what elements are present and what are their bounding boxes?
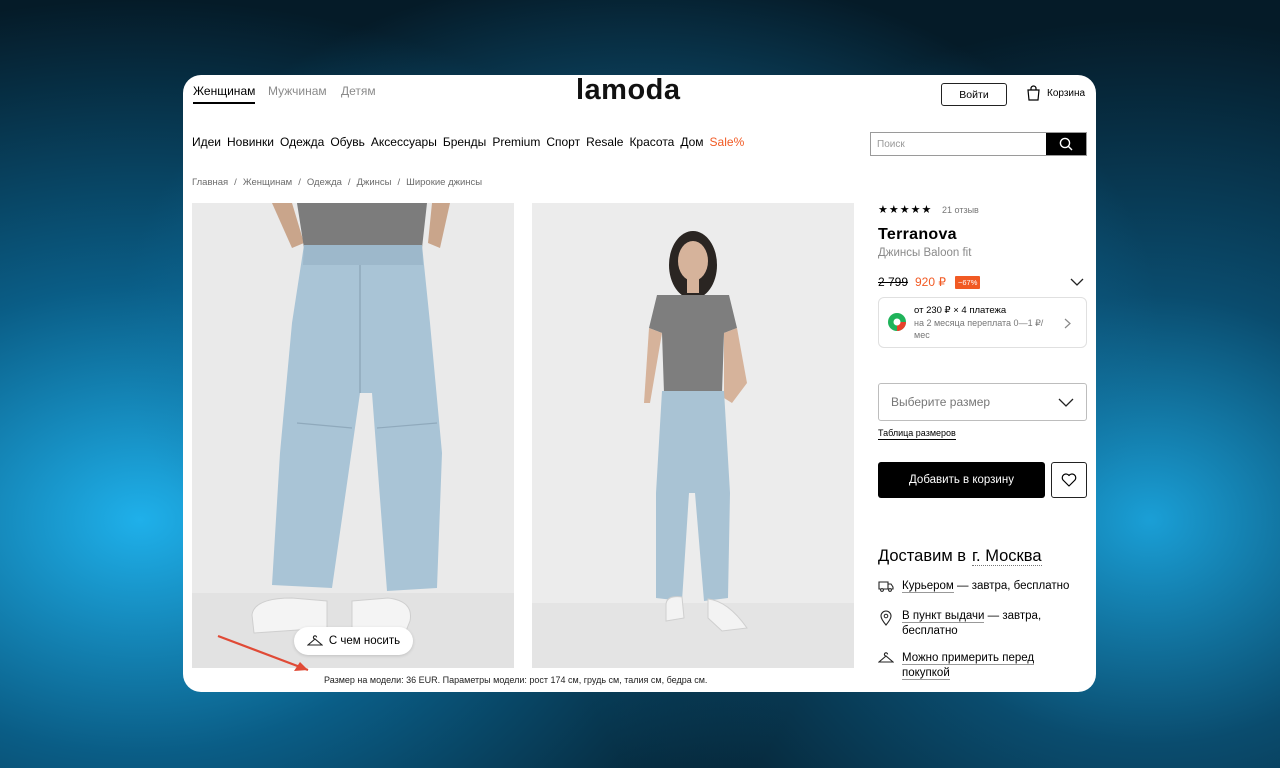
installment-line1: от 230 ₽ × 4 платежа bbox=[914, 305, 1007, 316]
nav-item[interactable]: Premium bbox=[492, 135, 540, 149]
model-info-text: Размер на модели: 36 EUR. Параметры моде… bbox=[324, 675, 708, 685]
search-icon bbox=[1059, 137, 1073, 151]
breadcrumb-item[interactable]: Джинсы bbox=[357, 177, 392, 188]
nav-item[interactable]: Красота bbox=[629, 135, 674, 149]
what-to-wear-button[interactable]: С чем носить bbox=[294, 627, 413, 655]
main-nav: Идеи Новинки Одежда Обувь Аксессуары Бре… bbox=[192, 135, 744, 149]
search-button[interactable] bbox=[1046, 133, 1086, 155]
courier-text: — завтра, бесплатно bbox=[953, 580, 1070, 592]
product-name: Джинсы Baloon fit bbox=[878, 247, 972, 259]
nav-item[interactable]: Спорт bbox=[546, 135, 580, 149]
jeans-closeup-image bbox=[192, 203, 514, 668]
shopping-bag-icon bbox=[1027, 85, 1040, 101]
breadcrumb-separator: / bbox=[397, 177, 401, 188]
product-photo-full[interactable] bbox=[532, 203, 854, 668]
search-input[interactable] bbox=[871, 133, 1046, 155]
delivery-heading: Доставим в г. Москва bbox=[878, 547, 1042, 566]
heart-icon bbox=[1061, 473, 1077, 487]
tryon-link-line2[interactable]: покупкой bbox=[902, 667, 950, 680]
split-pay-logo-icon bbox=[888, 313, 906, 331]
installment-line2: на 2 месяца переплата 0—1 ₽/мес bbox=[914, 318, 1044, 340]
login-button[interactable]: Войти bbox=[941, 83, 1007, 106]
courier-link[interactable]: Курьером bbox=[902, 580, 954, 593]
nav-item[interactable]: Бренды bbox=[443, 135, 486, 149]
model-full-image bbox=[532, 203, 854, 668]
nav-item[interactable]: Одежда bbox=[280, 135, 324, 149]
location-pin-icon bbox=[880, 610, 892, 626]
nav-item[interactable]: Resale bbox=[586, 135, 623, 149]
pickup-text-line2: бесплатно bbox=[902, 625, 958, 637]
tab-men[interactable]: Мужчинам bbox=[268, 84, 327, 98]
nav-item-sale[interactable]: Sale% bbox=[710, 135, 745, 149]
delivery-pickup: В пункт выдачи — завтра, бесплатно bbox=[878, 609, 1041, 639]
reviews-link[interactable]: 21 отзыв bbox=[942, 205, 979, 215]
tab-women[interactable]: Женщинам bbox=[193, 84, 256, 104]
breadcrumb-item[interactable]: Одежда bbox=[307, 177, 342, 188]
pickup-link[interactable]: В пункт выдачи bbox=[902, 610, 985, 623]
what-to-wear-label: С чем носить bbox=[328, 635, 401, 647]
installment-card[interactable]: от 230 ₽ × 4 платежа на 2 месяца перепла… bbox=[878, 297, 1087, 348]
delivery-tryon: Можно примерить перед покупкой bbox=[878, 651, 1035, 681]
breadcrumb-separator: / bbox=[234, 177, 237, 188]
delivery-courier: Курьером — завтра, бесплатно bbox=[878, 579, 1069, 594]
cart-link[interactable]: Корзина bbox=[1026, 85, 1085, 101]
breadcrumb-separator: / bbox=[347, 177, 351, 188]
nav-item[interactable]: Аксессуары bbox=[371, 135, 437, 149]
current-price: 920 ₽ bbox=[915, 275, 946, 289]
nav-item[interactable]: Дом bbox=[680, 135, 703, 149]
chevron-down-icon[interactable] bbox=[1070, 278, 1084, 287]
old-price: 2 799 bbox=[878, 275, 909, 289]
delivery-title: Доставим в bbox=[878, 547, 967, 565]
truck-icon bbox=[878, 581, 894, 592]
add-to-cart-button[interactable]: Добавить в корзину bbox=[878, 462, 1045, 498]
breadcrumb: Главная / Женщинам / Одежда / Джинсы / Широк… bbox=[192, 177, 482, 188]
breadcrumb-item[interactable]: Женщинам bbox=[243, 177, 292, 188]
delivery-city-link[interactable]: г. Москва bbox=[972, 547, 1042, 566]
hanger-icon bbox=[306, 635, 323, 646]
tryon-link[interactable]: Можно примерить перед bbox=[902, 652, 1035, 665]
product-photo-closeup[interactable] bbox=[192, 203, 514, 668]
pickup-text: — завтра, bbox=[984, 610, 1042, 622]
search-bar bbox=[870, 132, 1087, 156]
rating-stars: ★★★★★ bbox=[878, 204, 933, 216]
size-select[interactable]: Выберите размер bbox=[878, 383, 1087, 421]
tab-kids[interactable]: Детям bbox=[341, 84, 376, 98]
chevron-right-icon bbox=[1064, 318, 1071, 329]
hanger-icon bbox=[878, 652, 894, 663]
nav-item[interactable]: Идеи bbox=[192, 135, 221, 149]
chevron-down-icon bbox=[1058, 398, 1074, 407]
size-select-placeholder: Выберите размер bbox=[891, 395, 991, 409]
lamoda-logo[interactable]: lamoda bbox=[576, 74, 681, 107]
breadcrumb-item[interactable]: Широкие джинсы bbox=[406, 177, 482, 188]
nav-item[interactable]: Новинки bbox=[227, 135, 274, 149]
brand-name[interactable]: Terranova bbox=[878, 226, 957, 244]
breadcrumb-item[interactable]: Главная bbox=[192, 177, 228, 188]
nav-item[interactable]: Обувь bbox=[330, 135, 365, 149]
size-table-link[interactable]: Таблица размеров bbox=[878, 428, 956, 440]
discount-badge: −67% bbox=[955, 276, 981, 289]
breadcrumb-separator: / bbox=[298, 177, 301, 188]
cart-label: Корзина bbox=[1047, 87, 1086, 99]
favorite-button[interactable] bbox=[1051, 462, 1087, 498]
